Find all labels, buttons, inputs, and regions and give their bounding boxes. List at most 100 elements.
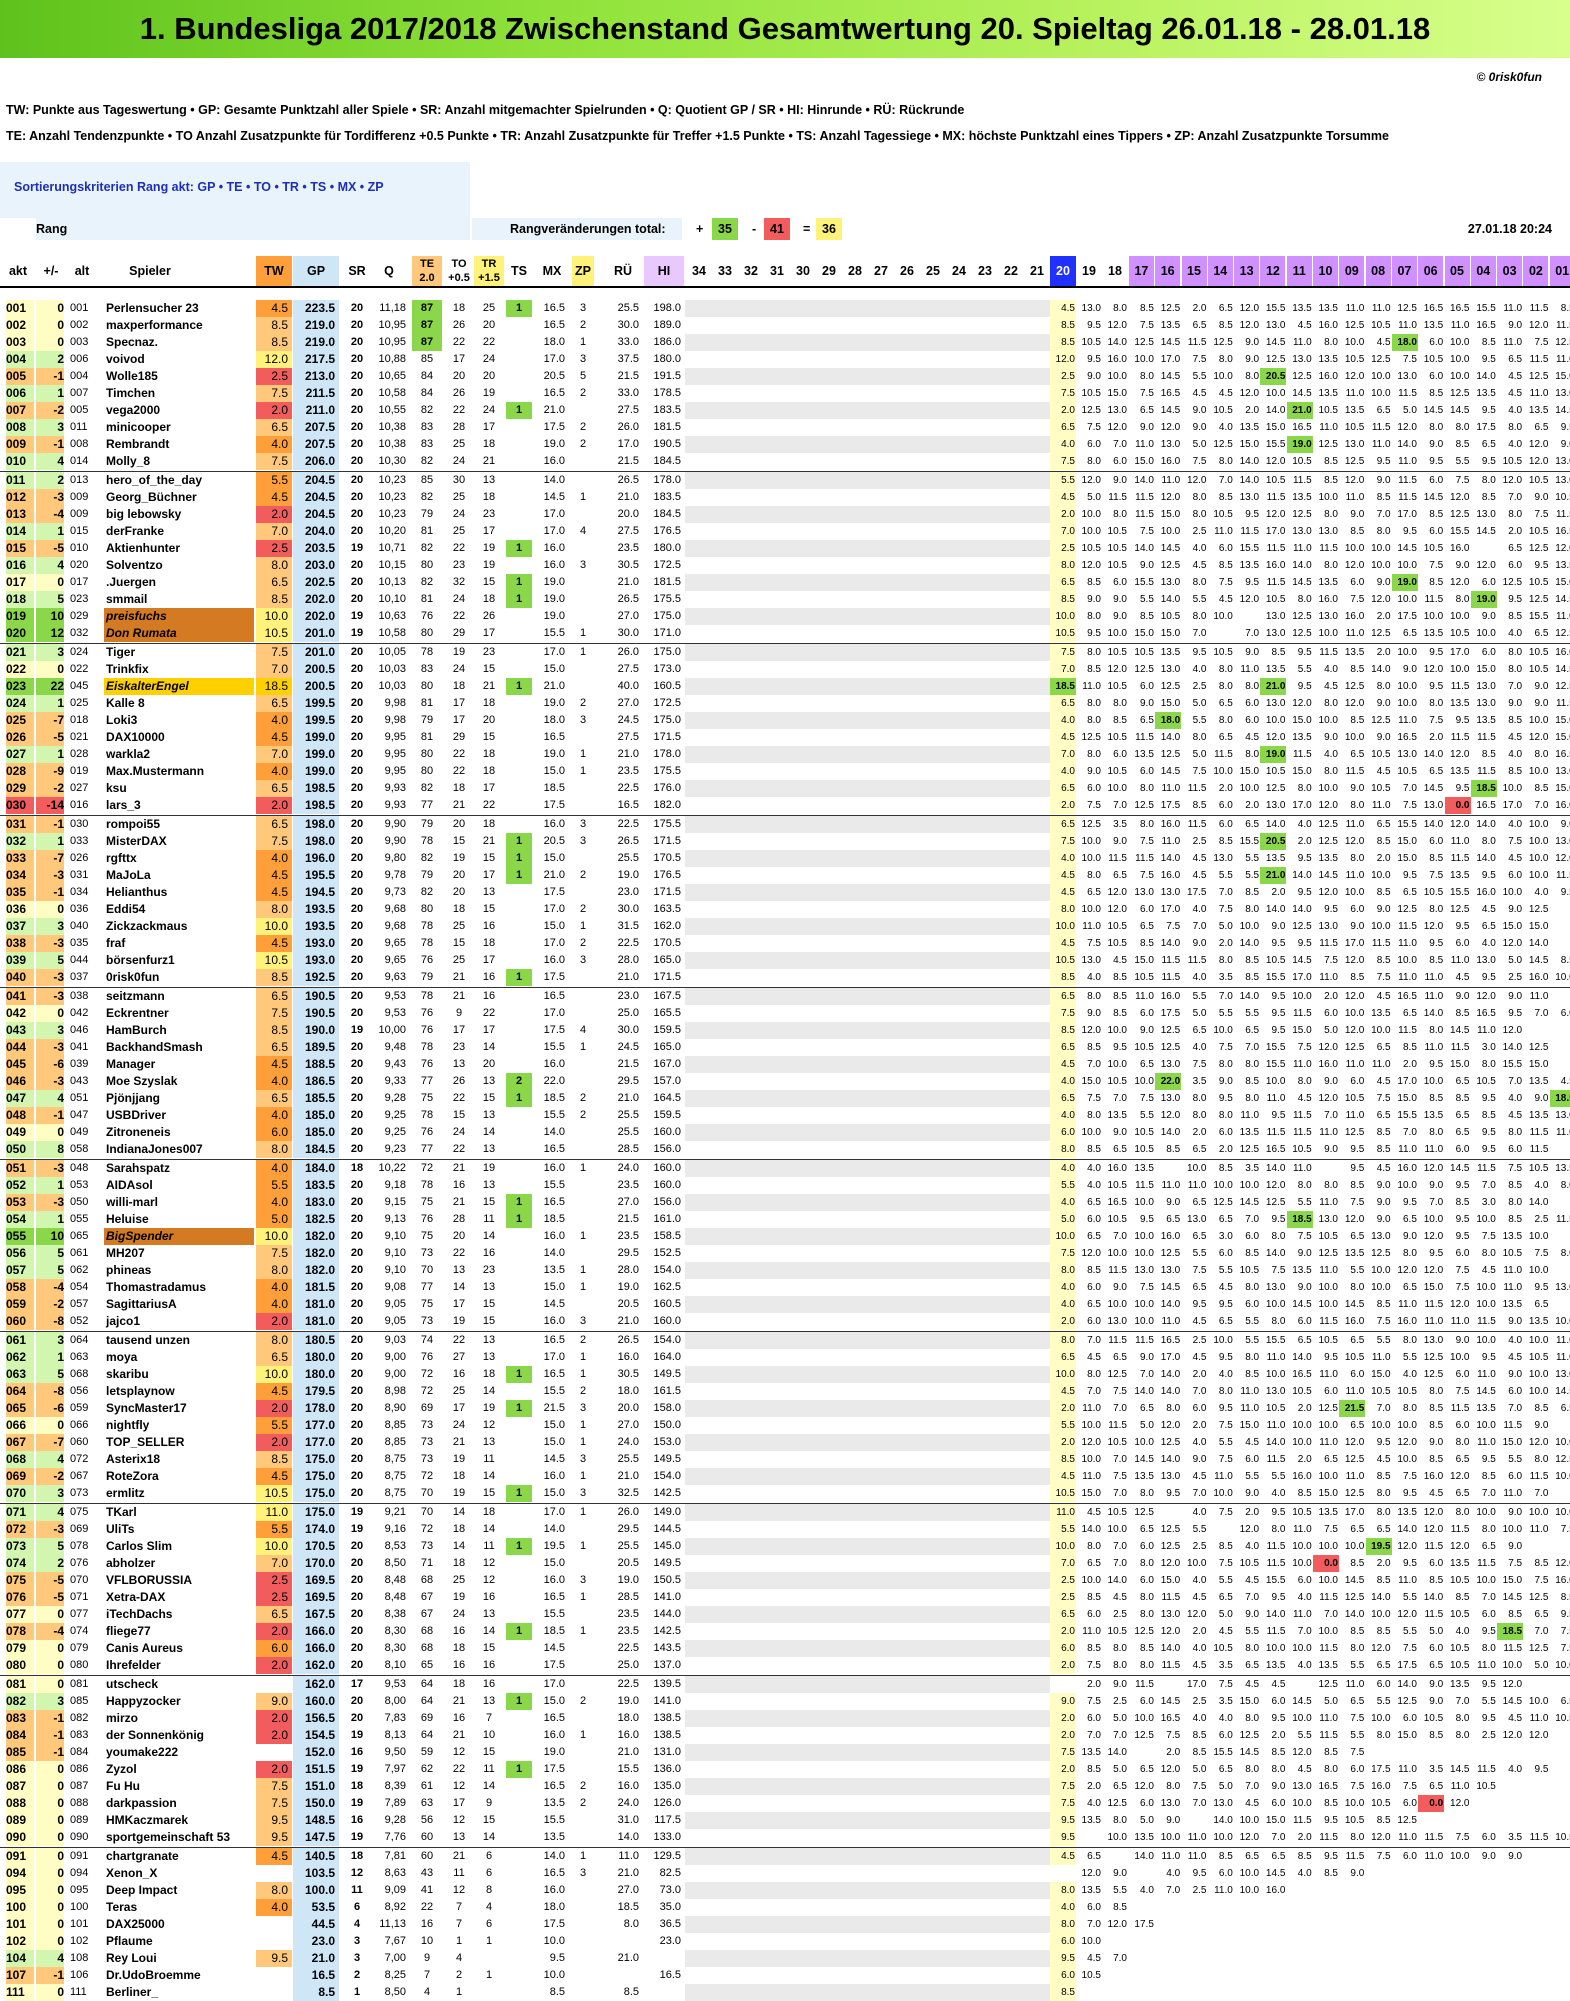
table-row[interactable]: 004 2 006 voivod 12.0 217.5 20 10,88 85 17 24 17.0 3…	[0, 351, 1570, 368]
table-row[interactable]: 019 10 029 preisfuchs 10.0 202.0 19 10,63 76 22 26…	[0, 608, 1570, 625]
table-row[interactable]: 041 -3 038 seitzmann 6.5 190.5 20 9,53 78 21 16 16.…	[0, 987, 1570, 1005]
table-row[interactable]: 003 0 003 Specnaz. 8.5 219.0 20 10,95 87 22 22 18.0…	[0, 334, 1570, 351]
table-row[interactable]: 034 -3 031 MaJoLa 4.5 195.5 20 9,78 79 20 17 1 21.0 2…	[0, 867, 1570, 884]
table-row[interactable]: 015 -5 010 Aktienhunter 2.5 203.5 19 10,71 82 22 1…	[0, 540, 1570, 557]
table-row[interactable]: 079 0 079 Canis Aureus 6.0 166.0 20 8,30 68 18 15 1…	[0, 1640, 1570, 1657]
table-row[interactable]: 030 -14 016 lars_3 2.0 198.5 20 9,93 77 21 22 17.5 1…	[0, 797, 1570, 814]
table-row[interactable]: 031 -1 030 rompoi55 6.5 198.0 20 9,90 79 20 18 16.0…	[0, 815, 1570, 833]
table-row[interactable]: 025 -7 018 Loki3 4.0 199.5 20 9,98 79 17 20 18.0 3 24…	[0, 712, 1570, 729]
table-row[interactable]: 070 3 073 ermlitz 10.5 175.0 20 8,75 70 19 15 1 15.0…	[0, 1485, 1570, 1502]
table-row[interactable]: 038 -3 035 fraf 4.5 193.0 20 9,65 78 15 18 17.0 2 22.…	[0, 935, 1570, 952]
table-row[interactable]: 068 4 072 Asterix18 8.5 175.0 20 8,75 73 19 11 14.5…	[0, 1451, 1570, 1468]
table-row[interactable]: 084 -1 083 der Sonnenkönig 2.0 154.5 19 8,13 64 2…	[0, 1727, 1570, 1744]
table-row[interactable]: 016 4 020 Solventzo 8.0 203.0 20 10,15 80 23 19 16.…	[0, 557, 1570, 574]
table-row[interactable]: 006 1 007 Timchen 7.5 211.5 20 10,58 84 26 19 16.5 2…	[0, 385, 1570, 402]
table-row[interactable]: 059 -2 057 SagittariusA 4.0 181.0 20 9,05 75 17 15…	[0, 1296, 1570, 1313]
table-row[interactable]: 045 -6 039 Manager 4.5 188.5 20 9,43 76 13 20 16.0 2…	[0, 1056, 1570, 1073]
table-row[interactable]: 008 3 011 minicooper 6.5 207.5 20 10,38 83 28 17 17…	[0, 419, 1570, 436]
second-half-points: 27.0	[604, 1417, 642, 1434]
table-row[interactable]: 073 5 078 Carlos Slim 10.0 170.5 20 8,53 73 14 11 1…	[0, 1538, 1570, 1555]
table-row[interactable]: 087 0 087 Fu Hu 7.5 151.0 18 8,39 61 12 14 16.5 2 16.…	[0, 1778, 1570, 1795]
table-row[interactable]: 063 5 068 skaribu 10.0 180.0 20 9,00 72 16 18 1 16.5…	[0, 1366, 1570, 1383]
table-row[interactable]: 021 3 024 Tiger 7.5 201.0 20 10,05 78 19 23 17.0 1 26…	[0, 643, 1570, 661]
table-row[interactable]: 018 5 023 smmail 8.5 202.0 20 10,10 81 24 18 1 19.0 2…	[0, 591, 1570, 608]
table-row[interactable]: 077 0 077 iTechDachs 6.5 167.5 20 8,38 67 24 13 15.…	[0, 1606, 1570, 1623]
table-row[interactable]: 066 0 066 nightfly 5.5 177.0 20 8,85 73 24 12 15.0 1…	[0, 1417, 1570, 1434]
table-row[interactable]: 017 0 017 .Juergen 6.5 202.5 20 10,13 82 32 15 1 19.…	[0, 574, 1570, 591]
table-row[interactable]: 029 -2 027 ksu 6.5 198.5 20 9,93 82 18 17 18.5 22.5 1…	[0, 780, 1570, 797]
table-row[interactable]: 080 0 080 Ihrefelder 2.0 162.0 20 8,10 65 16 16 17.…	[0, 1657, 1570, 1674]
table-row[interactable]: 069 -2 067 RoteZora 4.5 175.0 20 8,75 72 18 14 16.0…	[0, 1468, 1570, 1485]
table-row[interactable]: 011 2 013 hero_of_the_day 5.5 204.5 20 10,23 85 3…	[0, 471, 1570, 489]
table-row[interactable]: 049 0 049 Zitroneneis 6.0 185.0 20 9,25 76 24 14 14…	[0, 1124, 1570, 1141]
table-row[interactable]: 024 1 025 Kalle 8 6.5 199.5 20 9,98 81 17 18 19.0 2 2…	[0, 695, 1570, 712]
table-row[interactable]: 043 3 046 HamBurch 8.5 190.0 19 10,00 76 17 17 17.5…	[0, 1022, 1570, 1039]
table-row[interactable]: 042 0 042 Eckrentner 7.5 190.5 20 9,53 76 9 22 17.0…	[0, 1005, 1570, 1022]
table-row[interactable]: 100 0 100 Teras 4.0 53.5 6 8,92 22 7 4 18.0 18.5 35.0…	[0, 1899, 1570, 1916]
table-row[interactable]: 102 0 102 Pflaume 23.0 3 7,67 10 1 1 10.0 23.0 6.0 10…	[0, 1933, 1570, 1950]
table-row[interactable]: 071 4 075 TKarl 11.0 175.0 19 9,21 70 14 18 17.0 1 26…	[0, 1503, 1570, 1521]
table-row[interactable]: 064 -8 056 letsplaynow 4.5 179.5 20 8,98 72 25 14 1…	[0, 1383, 1570, 1400]
table-row[interactable]: 028 -9 019 Max.Mustermann 4.0 199.0 20 9,95 80 22…	[0, 763, 1570, 780]
table-row[interactable]: 072 -3 069 UliTs 5.5 174.0 19 9,16 72 18 14 14.0 29.…	[0, 1521, 1570, 1538]
table-row[interactable]: 007 -2 005 vega2000 2.0 211.0 20 10,55 82 22 24 1 21…	[0, 402, 1570, 419]
table-row[interactable]: 111 0 111 Berliner_ 8.5 1 8,50 4 1 8.5 8.5 8.5	[0, 1984, 1570, 2001]
table-row[interactable]: 067 -7 060 TOP_SELLER 2.0 177.0 20 8,85 73 21 13 15…	[0, 1434, 1570, 1451]
table-row[interactable]: 035 -1 034 Helianthus 4.5 194.5 20 9,73 82 20 13 17…	[0, 884, 1570, 901]
table-row[interactable]: 060 -8 052 jajco1 2.0 181.0 20 9,05 73 19 15 16.0 3 2…	[0, 1313, 1570, 1330]
table-row[interactable]: 009 -1 008 Rembrandt 4.0 207.5 20 10,38 83 25 18 19…	[0, 436, 1570, 453]
table-row[interactable]: 058 -4 054 Thomastradamus 4.0 181.5 20 9,08 77 14…	[0, 1279, 1570, 1296]
table-row[interactable]: 061 3 064 tausend unzen 8.0 180.5 20 9,03 74 22 13…	[0, 1331, 1570, 1349]
table-row[interactable]: 104 4 108 Rey Loui 9.5 21.0 3 7,00 9 4 9.5 21.0 9.5 4…	[0, 1950, 1570, 1967]
table-row[interactable]: 026 -5 021 DAX10000 4.5 199.0 20 9,95 81 29 15 16.5…	[0, 729, 1570, 746]
table-row[interactable]: 074 2 076 abholzer 7.0 170.0 20 8,50 71 18 12 15.0 2…	[0, 1555, 1570, 1572]
table-row[interactable]: 050 8 058 IndianaJones007 8.0 184.5 20 9,23 77 22…	[0, 1141, 1570, 1158]
table-row[interactable]: 056 5 061 MH207 7.5 182.0 20 9,10 73 22 16 14.0 29.5…	[0, 1245, 1570, 1262]
table-row[interactable]: 040 -3 037 0risk0fun 8.5 192.5 20 9,63 79 21 16 1 17…	[0, 969, 1570, 986]
table-row[interactable]: 044 -3 041 BackhandSmash 6.5 189.5 20 9,48 78 23 1…	[0, 1039, 1570, 1056]
table-row[interactable]: 094 0 094 Xenon_X 103.5 12 8,63 43 11 6 16.5 3 21.0 8…	[0, 1865, 1570, 1882]
table-row[interactable]: 027 1 028 warkla2 7.0 199.0 20 9,95 80 22 18 19.0 1 2…	[0, 746, 1570, 763]
table-row[interactable]: 048 -1 047 USBDriver 4.0 185.0 20 9,25 78 15 13 15.…	[0, 1107, 1570, 1124]
table-row[interactable]: 086 0 086 Zyzol 2.0 151.5 19 7,97 62 22 11 1 17.5 15.…	[0, 1761, 1570, 1778]
table-row[interactable]: 082 3 085 Happyzocker 9.0 160.0 20 8,00 64 21 13 1 1…	[0, 1693, 1570, 1710]
table-row[interactable]: 002 0 002 maxperformance 8.5 219.0 20 10,95 87 26…	[0, 317, 1570, 334]
table-row[interactable]: 088 0 088 darkpassion 7.5 150.0 19 7,89 63 17 9 13.…	[0, 1795, 1570, 1812]
table-row[interactable]: 065 -6 059 SyncMaster17 2.0 178.0 20 8,90 69 17 19…	[0, 1400, 1570, 1417]
table-row[interactable]: 036 0 036 Eddi54 8.0 193.5 20 9,68 80 18 15 17.0 2 30…	[0, 901, 1570, 918]
table-row[interactable]: 078 -4 074 fliege77 2.0 166.0 20 8,30 68 16 14 1 18.…	[0, 1623, 1570, 1640]
table-row[interactable]: 101 0 101 DAX25000 44.5 4 11,13 16 7 6 17.5 8.0 36.5…	[0, 1916, 1570, 1933]
table-row[interactable]: 046 -3 043 Moe Szyslak 4.0 186.5 20 9,33 77 26 13 2…	[0, 1073, 1570, 1090]
table-row[interactable]: 091 0 091 chartgranate 4.5 140.5 18 7,81 60 21 6 14…	[0, 1847, 1570, 1865]
table-row[interactable]: 037 3 040 Zickzackmaus 10.0 193.5 20 9,68 78 25 16…	[0, 918, 1570, 935]
table-row[interactable]: 023 22 045 EiskalterEngel 18.5 200.5 20 10,03 80…	[0, 678, 1570, 695]
table-row[interactable]: 085 -1 084 youmake222 152.0 16 9,50 59 12 15 19.0 2…	[0, 1744, 1570, 1761]
table-row[interactable]: 075 -5 070 VFLBORUSSIA 2.5 169.5 20 8,48 68 25 12 1…	[0, 1572, 1570, 1589]
table-row[interactable]: 076 -5 071 Xetra-DAX 2.5 169.5 20 8,48 67 19 16 16.…	[0, 1589, 1570, 1606]
table-row[interactable]: 032 1 033 MisterDAX 7.5 198.0 20 9,90 78 15 21 1 20.…	[0, 833, 1570, 850]
table-row[interactable]: 053 -3 050 willi-marl 4.0 183.0 20 9,15 75 21 15 1 1…	[0, 1194, 1570, 1211]
table-row[interactable]: 005 -1 004 Wolle185 2.5 213.0 20 10,65 84 20 20 20.…	[0, 368, 1570, 385]
table-row[interactable]: 033 -7 026 rgfttx 4.0 196.0 20 9,80 82 19 15 1 15.0 2…	[0, 850, 1570, 867]
table-row[interactable]: 052 1 053 AIDAsol 5.5 183.5 20 9,18 78 16 13 15.5 23…	[0, 1177, 1570, 1194]
table-row[interactable]: 012 -3 009 Georg_Büchner 4.5 204.5 20 10,23 82 25…	[0, 489, 1570, 506]
table-row[interactable]: 089 0 089 HMKaczmarek 9.5 148.5 16 9,28 56 12 15 15…	[0, 1812, 1570, 1829]
table-row[interactable]: 001 0 001 Perlensucher 23 4.5 223.5 20 11,18 87 1…	[0, 300, 1570, 317]
table-row[interactable]: 090 0 090 sportgemeinschaft 53 9.5 147.5 19 7,7…	[0, 1829, 1570, 1846]
table-row[interactable]: 051 -3 048 Sarahspatz 4.0 184.0 18 10,22 72 21 19 1…	[0, 1159, 1570, 1177]
table-row[interactable]: 020 12 032 Don Rumata 10.5 201.0 19 10,58 80 29 17…	[0, 625, 1570, 642]
table-row[interactable]: 083 -1 082 mirzo 2.0 156.5 20 7,83 69 16 7 16.5 18.0…	[0, 1710, 1570, 1727]
table-row[interactable]: 057 5 062 phineas 8.0 182.0 20 9,10 70 13 23 13.5 1 2…	[0, 1262, 1570, 1279]
table-row[interactable]: 107 -1 106 Dr.UdoBroemme 16.5 2 8,25 7 2 1 10.0 16.…	[0, 1967, 1570, 1984]
table-row[interactable]: 062 1 063 moya 6.5 180.0 20 9,00 76 27 13 17.0 1 16.0…	[0, 1349, 1570, 1366]
table-row[interactable]: 055 10 065 BigSpender 10.0 182.0 20 9,10 75 20 14 1…	[0, 1228, 1570, 1245]
table-row[interactable]: 010 4 014 Molly_8 7.5 206.0 20 10,30 82 24 21 16.0 2…	[0, 453, 1570, 470]
table-row[interactable]: 047 4 051 Pjönjjang 6.5 185.5 20 9,28 75 22 15 1 18.…	[0, 1090, 1570, 1107]
table-row[interactable]: 014 1 015 derFranke 7.0 204.0 20 10,20 81 25 17 17.…	[0, 523, 1570, 540]
table-row[interactable]: 039 5 044 börsenfurz1 10.5 193.0 20 9,65 76 25 17 1…	[0, 952, 1570, 969]
table-row[interactable]: 081 0 081 utscheck 162.0 17 9,53 64 18 16 17.0 22.5…	[0, 1675, 1570, 1693]
table-row[interactable]: 022 0 022 Trinkfix 7.0 200.5 20 10,03 83 24 15 15.0…	[0, 661, 1570, 678]
table-row[interactable]: 095 0 095 Deep Impact 8.0 100.0 11 9,09 41 12 8 16.…	[0, 1882, 1570, 1899]
table-row[interactable]: 013 -4 009 big lebowsky 2.0 204.5 20 10,23 79 24 2…	[0, 506, 1570, 523]
table-row[interactable]: 054 1 055 Heluise 5.0 182.5 20 9,13 76 28 11 1 18.5 2…	[0, 1211, 1570, 1228]
